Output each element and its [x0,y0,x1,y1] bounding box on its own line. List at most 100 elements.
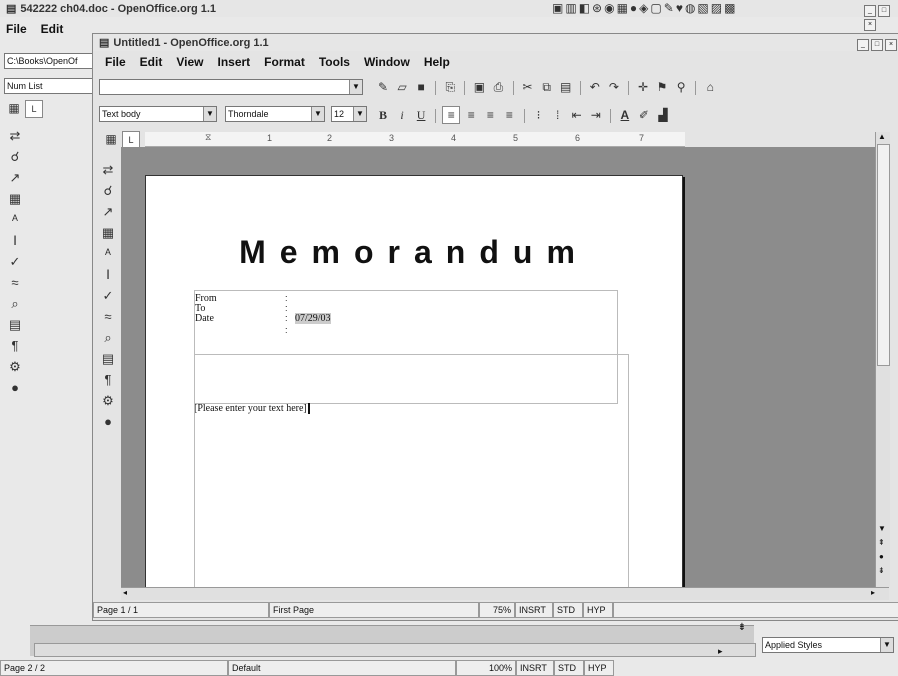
autocorrect-icon[interactable]: ✓ [6,253,24,271]
app-icon[interactable]: ▥ [565,1,578,15]
applied-styles-dropdown[interactable]: Applied Styles ▼ [762,637,894,653]
app-icon[interactable]: ◈ [639,1,650,15]
navigator-icon[interactable]: ▦ [6,100,22,116]
minimize-icon[interactable]: _ [864,5,876,17]
hyperlink-mode[interactable]: HYP [583,602,613,618]
app-icon[interactable]: ✎ [664,1,676,15]
copy-icon[interactable]: ⧉ [539,79,555,95]
navigation-icon[interactable]: ● [879,552,884,561]
increase-indent-icon[interactable]: ⇥ [588,107,604,123]
horizontal-scrollbar[interactable]: ◂ ▸ [121,587,889,600]
highlight-icon[interactable]: ✐ [636,107,652,123]
print-icon[interactable]: ⎙ [490,79,506,95]
open-icon[interactable]: ▱ [394,79,410,95]
insert-icon[interactable]: ⇄ [6,127,24,145]
previous-page-icon[interactable]: ⇞ [878,538,885,547]
menu-help[interactable]: Help [424,55,450,69]
outer-hscroll[interactable] [34,643,756,657]
nonprint-chars-icon[interactable]: ¶ [99,371,117,389]
hyperlink-icon[interactable]: ⚲ [673,79,689,95]
ruler-indent-marker[interactable]: ⧖ [205,132,211,143]
menu-tools[interactable]: Tools [319,55,350,69]
chevron-down-icon[interactable]: ▼ [880,638,893,652]
insert-table-icon[interactable]: ▦ [6,190,24,208]
bullets-icon[interactable]: ⁞ [550,107,566,123]
paragraph-style-dropdown[interactable]: Text body ▼ [99,106,217,122]
chevron-down-icon[interactable]: ▼ [349,80,362,94]
scroll-left-button[interactable]: ◂ [123,588,127,597]
menu-window[interactable]: Window [364,55,410,69]
find-icon[interactable]: ⌕ [6,295,24,313]
app-icon[interactable]: ● [630,1,639,15]
print-preview-icon[interactable]: ▣ [471,79,487,95]
text-cursor-icon[interactable]: Ⅰ [99,266,117,284]
load-url-field[interactable]: ▼ [99,79,363,95]
scroll-right-button[interactable]: ▸ [871,588,875,597]
maximize-icon[interactable]: □ [878,5,890,17]
underline-icon[interactable]: U [413,107,429,123]
menu-file[interactable]: File [105,55,126,69]
text-cursor-icon[interactable]: Ⅰ [6,232,24,250]
navigator-icon[interactable]: ✛ [635,79,651,95]
save-icon[interactable]: ■ [413,79,429,95]
scroll-down-button[interactable]: ▼ [878,524,886,533]
insert-object-icon[interactable]: ↗ [99,203,117,221]
maximize-icon[interactable]: □ [871,39,883,51]
zoom-level[interactable]: 75% [479,602,515,618]
decrease-indent-icon[interactable]: ⇤ [569,107,585,123]
insert-field-icon[interactable]: ☌ [99,182,117,200]
redo-icon[interactable]: ↷ [606,79,622,95]
font-color-icon[interactable]: A [617,107,633,123]
bold-icon[interactable]: B [375,107,391,123]
horizontal-ruler[interactable]: ⧖ 1 2 3 4 5 6 7 [145,132,685,147]
background-color-icon[interactable]: ▟ [655,107,671,123]
graphics-icon[interactable]: ⚙ [99,392,117,410]
selection-mode[interactable]: STD [553,602,583,618]
undo-icon[interactable]: ↶ [587,79,603,95]
spellcheck-icon[interactable]: ᴬ [6,211,24,229]
font-size-dropdown[interactable]: 12 ▼ [331,106,367,122]
font-name-dropdown[interactable]: Thorndale ▼ [225,106,325,122]
chevron-down-icon[interactable]: ▼ [311,107,324,121]
insert-mode[interactable]: INSRT [515,602,553,618]
autocorrect-icon[interactable]: ✓ [99,287,117,305]
align-left-icon[interactable]: ≡ [442,106,461,124]
markup-icon[interactable]: ≈ [99,308,117,326]
outer-menu-file[interactable]: File [6,22,27,36]
menu-view[interactable]: View [176,55,203,69]
edit-file-icon[interactable]: ✎ [375,79,391,95]
navigator-icon[interactable]: ▦ [103,131,119,147]
app-icon[interactable]: ▩ [724,1,737,15]
outer-titlebar[interactable]: ▤ 542222 ch04.doc - OpenOffice.org 1.1 [0,0,898,17]
app-icon[interactable]: ⊛ [592,1,604,15]
scroll-thumb[interactable] [877,144,890,366]
online-layout-icon[interactable]: ● [6,379,24,397]
app-icon[interactable]: ▣ [552,1,565,15]
menu-edit[interactable]: Edit [140,55,163,69]
body-placeholder[interactable]: [Please enter your text here] [194,403,310,414]
app-icon[interactable]: ▦ [617,1,630,15]
find-icon[interactable]: ⌕ [99,329,117,347]
next-page-icon[interactable]: ⇟ [878,566,885,575]
app-icon[interactable]: ◉ [604,1,616,15]
close-icon[interactable]: × [864,19,876,31]
chevron-down-icon[interactable]: ▼ [353,107,366,121]
outer-menu-edit[interactable]: Edit [41,22,64,36]
align-center-icon[interactable]: ≡ [463,107,479,123]
graphics-icon[interactable]: ⚙ [6,358,24,376]
insert-icon[interactable]: ⇄ [99,161,117,179]
outer-scroll-down-button[interactable]: ⇟ [735,622,749,636]
app-icon[interactable]: ▢ [650,1,663,15]
app-icon[interactable]: ◍ [685,1,697,15]
cut-icon[interactable]: ✂ [520,79,536,95]
menu-insert[interactable]: Insert [217,55,250,69]
document-page[interactable]: Memorandum From : To : Date : 07/29/03 :… [145,175,683,587]
list-style-field[interactable]: Num List [4,78,94,94]
export-pdf-icon[interactable]: ⎘ [442,79,458,95]
italic-icon[interactable]: i [394,107,410,123]
datasource-icon[interactable]: ▤ [99,350,117,368]
numbering-icon[interactable]: ⁝ [531,107,547,123]
app-icon[interactable]: ▧ [697,1,710,15]
menu-format[interactable]: Format [264,55,305,69]
online-layout-icon[interactable]: ● [99,413,117,431]
